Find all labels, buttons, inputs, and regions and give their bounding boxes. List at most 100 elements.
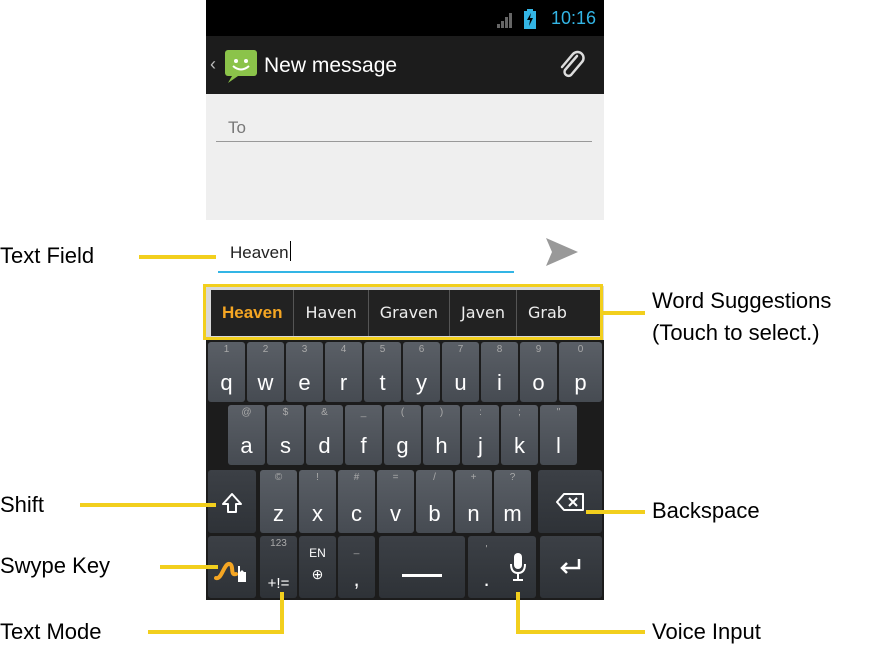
- message-text: Heaven: [230, 243, 289, 262]
- message-text-field[interactable]: Heaven: [230, 241, 291, 263]
- leader-line: [280, 592, 284, 634]
- key-label: c: [351, 501, 362, 526]
- key-label: r: [339, 370, 348, 395]
- shift-key[interactable]: [208, 470, 256, 533]
- key-n[interactable]: + n: [455, 470, 492, 533]
- leader-line: [80, 503, 216, 507]
- space-bar-icon: [402, 574, 442, 577]
- paperclip-icon[interactable]: [556, 48, 586, 82]
- text-cursor: [289, 241, 291, 261]
- key-u[interactable]: 7u: [442, 342, 479, 402]
- key-secondary: ?: [509, 472, 516, 483]
- key-label: +!=: [267, 575, 290, 592]
- key-g[interactable]: (g: [384, 405, 421, 465]
- key-secondary: 7: [457, 344, 464, 355]
- key-l[interactable]: " l: [540, 405, 577, 465]
- space-bar[interactable]: [379, 536, 465, 598]
- send-icon[interactable]: [542, 234, 582, 270]
- callout-text-mode: Text Mode: [0, 619, 102, 644]
- key-i[interactable]: 8i: [481, 342, 518, 402]
- signal-icon: [497, 13, 512, 28]
- callout-text-field: Text Field: [0, 243, 95, 268]
- key-secondary: !: [316, 472, 319, 483]
- leader-line: [586, 510, 645, 514]
- key-label: t: [379, 370, 386, 395]
- recipient-field[interactable]: To: [228, 118, 246, 138]
- callout-word-suggestions-note: (Touch to select.): [652, 320, 820, 345]
- key-secondary: 2: [262, 344, 269, 355]
- key-h[interactable]: ) h: [423, 405, 460, 465]
- key-e[interactable]: 3e: [286, 342, 323, 402]
- action-bar: ‹ New message: [206, 36, 604, 94]
- key-secondary: 5: [379, 344, 386, 355]
- key-secondary: _: [353, 544, 360, 555]
- key-secondary: ;: [518, 407, 521, 418]
- key-s[interactable]: $ s: [267, 405, 304, 465]
- key-f[interactable]: _ f: [345, 405, 382, 465]
- key-x[interactable]: ! x: [299, 470, 336, 533]
- key-secondary: #: [353, 472, 360, 483]
- comma-key[interactable]: _ ,: [338, 536, 375, 598]
- key-label: i: [497, 370, 502, 395]
- key-y[interactable]: 6y: [403, 342, 440, 402]
- recipient-underline: [216, 141, 592, 142]
- key-secondary: 8: [496, 344, 503, 355]
- key-m[interactable]: ? m: [494, 470, 531, 533]
- language-label: EN: [309, 546, 326, 560]
- key-v[interactable]: = v: [377, 470, 414, 533]
- key-c[interactable]: # c: [338, 470, 375, 533]
- key-label: m: [503, 501, 522, 526]
- key-d[interactable]: & d: [306, 405, 343, 465]
- key-secondary: :: [479, 407, 482, 418]
- key-secondary: /: [433, 472, 436, 483]
- key-label: f: [360, 433, 367, 458]
- key-w[interactable]: 2w: [247, 342, 284, 402]
- backspace-key[interactable]: [538, 470, 602, 533]
- key-label: v: [390, 501, 401, 526]
- status-time: 10:16: [550, 8, 596, 28]
- key-label: o: [532, 370, 545, 395]
- callout-voice-input: Voice Input: [652, 619, 761, 644]
- key-label: j: [478, 433, 483, 458]
- enter-key[interactable]: [540, 536, 602, 598]
- key-a[interactable]: @ a: [228, 405, 265, 465]
- key-label: k: [514, 433, 525, 458]
- messaging-app-icon[interactable]: [222, 48, 262, 84]
- key-label: n: [467, 501, 480, 526]
- key-secondary: 1: [223, 344, 230, 355]
- back-chevron-icon[interactable]: ‹: [210, 54, 216, 75]
- voice-input-key[interactable]: [499, 536, 536, 598]
- key-label: d: [318, 433, 331, 458]
- key-b[interactable]: / b: [416, 470, 453, 533]
- key-k[interactable]: ; k: [501, 405, 538, 465]
- globe-icon: ⊕: [311, 566, 324, 582]
- key-secondary: &: [321, 407, 328, 418]
- language-key[interactable]: EN ⊕: [299, 536, 336, 598]
- key-secondary: 3: [301, 344, 308, 355]
- leader-line: [516, 630, 645, 634]
- key-label: s: [280, 433, 291, 458]
- key-t[interactable]: 5t: [364, 342, 401, 402]
- key-secondary: ): [439, 407, 444, 418]
- text-mode-key[interactable]: 123 +!=: [260, 536, 297, 598]
- key-label: l: [556, 433, 561, 458]
- key-secondary: (: [400, 407, 405, 418]
- leader-line: [139, 255, 216, 259]
- key-secondary: ": [556, 407, 561, 418]
- key-secondary: ©: [274, 472, 283, 483]
- leader-line: [603, 311, 645, 315]
- key-secondary: 123: [270, 538, 287, 549]
- key-o[interactable]: 9o: [520, 342, 557, 402]
- key-label: ,: [353, 566, 360, 591]
- key-label: z: [273, 501, 284, 526]
- key-j[interactable]: :j: [462, 405, 499, 465]
- keyboard: 1q 2w 3e 4r 5t 6y 7u 8i 9o 0p @ a $ s & d _…: [206, 340, 604, 600]
- leader-line: [160, 565, 218, 569]
- suggestion-highlight-box: [203, 284, 603, 340]
- key-q[interactable]: 1q: [208, 342, 245, 402]
- key-p[interactable]: 0p: [559, 342, 602, 402]
- key-label: u: [454, 370, 467, 395]
- key-r[interactable]: 4r: [325, 342, 362, 402]
- callout-swype-key: Swype Key: [0, 553, 111, 578]
- key-z[interactable]: © z: [260, 470, 297, 533]
